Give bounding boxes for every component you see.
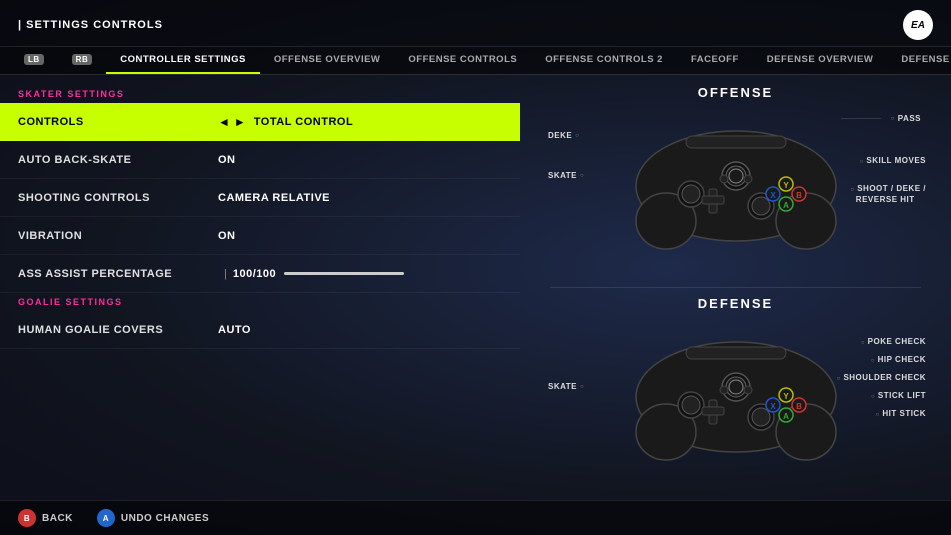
- settings-row-ass-assist[interactable]: ASS ASSIST PERCENTAGE | 100/100: [0, 255, 520, 293]
- header: | SETTINGS CONTROLS EA: [0, 0, 951, 47]
- svg-text:B: B: [796, 191, 802, 200]
- defense-label-poke-check: ○ POKE CHECK: [861, 337, 926, 346]
- shooting-controls-value: CAMERA RELATIVE: [218, 192, 330, 204]
- svg-text:Y: Y: [783, 181, 789, 190]
- svg-text:X: X: [770, 191, 776, 200]
- shooting-controls-label: SHOOTING CONTROLS: [18, 192, 218, 204]
- undo-button[interactable]: A UNDO CHANGES: [97, 509, 209, 527]
- breadcrumb: | SETTINGS CONTROLS: [18, 19, 163, 31]
- tab-faceoff[interactable]: FACEOFF: [677, 47, 753, 74]
- defense-label-hip-check: ○ HIP CHECK: [871, 355, 926, 364]
- a-button-icon: A: [97, 509, 115, 527]
- footer: B BACK A UNDO CHANGES: [0, 500, 951, 535]
- defense-label-hit-stick: ○ HIT STICK: [876, 409, 926, 418]
- defense-label-shoulder-check: ○ SHOULDER CHECK: [837, 373, 926, 382]
- tab-lb[interactable]: LB: [10, 47, 58, 74]
- auto-back-skate-label: AUTO BACK-SKATE: [18, 154, 218, 166]
- ass-assist-value: 100/100: [233, 268, 276, 280]
- vibration-value: ON: [218, 230, 236, 242]
- right-panel: OFFENSE: [520, 75, 951, 500]
- svg-text:B: B: [796, 402, 802, 411]
- back-label: BACK: [42, 513, 73, 524]
- defense-controller-svg: Y B A X: [576, 327, 896, 467]
- offense-controller-section: OFFENSE: [540, 85, 931, 279]
- goalie-settings-label: GOALIE SETTINGS: [0, 293, 520, 311]
- b-button-icon: B: [18, 509, 36, 527]
- arrow-left-icon: ◄: [218, 115, 230, 129]
- settings-row-auto-back-skate[interactable]: AUTO BACK-SKATE ON: [0, 141, 520, 179]
- tab-defense-controls[interactable]: DEFENSE CONTROLS: [887, 47, 951, 74]
- offense-controller-svg: Y B A X: [576, 116, 896, 256]
- defense-label-stick-lift: ○ STICK LIFT: [871, 391, 926, 400]
- svg-text:A: A: [783, 412, 789, 421]
- lb-badge: LB: [24, 54, 44, 65]
- offense-controller-wrapper: Y B A X ○PASS: [540, 106, 931, 266]
- tab-offense-overview[interactable]: OFFENSE OVERVIEW: [260, 47, 395, 74]
- offense-title: OFFENSE: [540, 85, 931, 100]
- undo-label: UNDO CHANGES: [121, 513, 209, 524]
- tab-rb[interactable]: RB: [58, 47, 107, 74]
- tab-offense-controls-2[interactable]: OFFENSE CONTROLS 2: [531, 47, 677, 74]
- ass-assist-label: ASS ASSIST PERCENTAGE: [18, 268, 218, 280]
- defense-controller-section: DEFENSE: [540, 296, 931, 490]
- vibration-label: VIBRATION: [18, 230, 218, 242]
- svg-text:A: A: [783, 201, 789, 210]
- arrow-right-icon: ►: [234, 115, 246, 129]
- controls-value: TOTAL CONTROL: [254, 116, 353, 128]
- slider-fill: [284, 272, 404, 275]
- auto-back-skate-value: ON: [218, 154, 236, 166]
- back-button[interactable]: B BACK: [18, 509, 73, 527]
- settings-row-shooting-controls[interactable]: SHOOTING CONTROLS CAMERA RELATIVE: [0, 179, 520, 217]
- settings-row-human-goalie[interactable]: HUMAN GOALIE COVERS AUTO: [0, 311, 520, 349]
- tab-defense-overview[interactable]: DEFENSE OVERVIEW: [753, 47, 888, 74]
- left-panel: SKATER SETTINGS CONTROLS ◄ ► TOTAL CONTR…: [0, 75, 520, 500]
- tab-controller-settings[interactable]: CONTROLLER SETTINGS: [106, 47, 260, 74]
- ea-logo: EA: [903, 10, 933, 40]
- offense-label-pass: ○PASS: [891, 114, 921, 123]
- ass-assist-divider: |: [224, 268, 227, 280]
- settings-row-vibration[interactable]: VIBRATION ON: [0, 217, 520, 255]
- controls-label: CONTROLS: [18, 116, 218, 128]
- defense-title: DEFENSE: [540, 296, 931, 311]
- ass-assist-slider-container: 100/100: [233, 268, 404, 280]
- rb-badge: RB: [72, 54, 93, 65]
- svg-text:Y: Y: [783, 392, 789, 401]
- offense-label-shoot: ○ SHOOT / DEKE / REVERSE HIT: [850, 184, 926, 205]
- controller-divider: [550, 287, 921, 288]
- human-goalie-value: AUTO: [218, 324, 251, 336]
- offense-label-skate: SKATE ○: [548, 171, 584, 180]
- controls-arrows: ◄ ►: [218, 115, 246, 129]
- pass-line: [841, 118, 881, 119]
- settings-row-controls[interactable]: CONTROLS ◄ ► TOTAL CONTROL: [0, 103, 520, 141]
- human-goalie-label: HUMAN GOALIE COVERS: [18, 324, 218, 336]
- skater-settings-label: SKATER SETTINGS: [0, 85, 520, 103]
- slider-track[interactable]: [284, 272, 404, 275]
- tabs-bar: LB RB CONTROLLER SETTINGS OFFENSE OVERVI…: [0, 47, 951, 75]
- tab-offense-controls[interactable]: OFFENSE CONTROLS: [394, 47, 531, 74]
- svg-text:X: X: [770, 402, 776, 411]
- defense-controller-wrapper: Y B A X SKATE ○: [540, 317, 931, 477]
- offense-label-deke: DEKE ○: [548, 131, 579, 140]
- defense-label-skate: SKATE ○: [548, 382, 584, 391]
- offense-label-skill-moves: ○ SKILL MOVES: [860, 156, 926, 165]
